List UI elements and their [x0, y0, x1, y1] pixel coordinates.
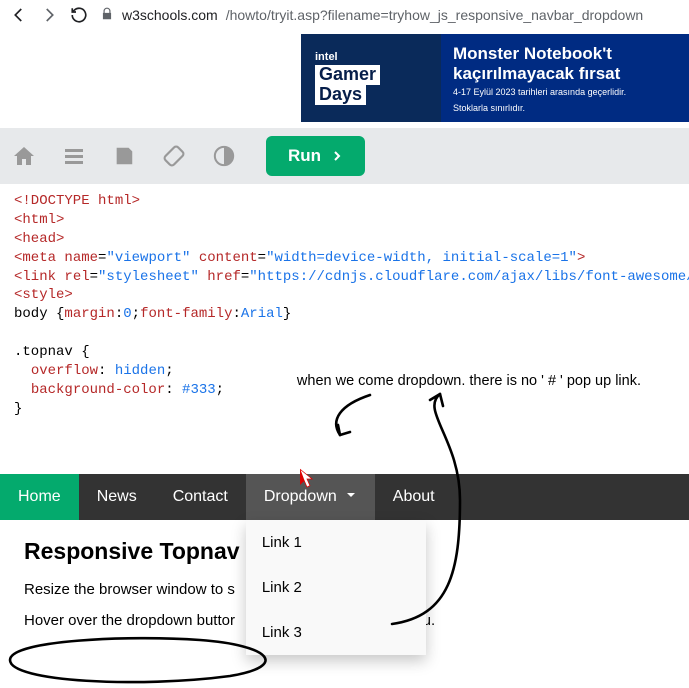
orientation-icon[interactable] — [162, 144, 186, 168]
forward-icon — [40, 6, 58, 24]
cursor-icon — [298, 468, 316, 495]
nav-dropdown[interactable]: Dropdown Link 1 Link 2 Link 3 — [246, 474, 375, 520]
nav-about[interactable]: About — [375, 474, 453, 520]
menu-icon[interactable] — [62, 144, 86, 168]
caret-down-icon — [345, 488, 357, 506]
ad-line2: Days — [315, 85, 366, 105]
preview-pane: Home News Contact Dropdown Link 1 Link 2… — [0, 474, 689, 667]
ad-sub2: Stoklarla sınırlıdır. — [453, 103, 677, 115]
ad-region: intel Gamer Days Monster Notebook't kaçı… — [0, 30, 689, 128]
lock-icon — [100, 7, 114, 24]
dropdown-link-2[interactable]: Link 2 — [246, 565, 426, 610]
browser-bar: w3schools.com/howto/tryit.asp?filename=t… — [0, 0, 689, 30]
code-editor[interactable]: <!DOCTYPE html> <html> <head> <meta name… — [0, 184, 689, 460]
dropdown-link-1[interactable]: Link 1 — [246, 520, 426, 565]
ad-banner[interactable]: intel Gamer Days Monster Notebook't kaçı… — [301, 34, 689, 122]
url-domain: w3schools.com — [122, 7, 218, 23]
ad-headline1: Monster Notebook't — [453, 44, 677, 64]
home-icon[interactable] — [12, 144, 36, 168]
ad-brand: intel — [315, 51, 441, 63]
run-button[interactable]: Run — [266, 136, 365, 176]
ad-line1: Gamer — [315, 65, 380, 85]
address-bar[interactable]: w3schools.com/howto/tryit.asp?filename=t… — [100, 7, 643, 24]
nav-news[interactable]: News — [79, 474, 155, 520]
run-label: Run — [288, 146, 321, 166]
back-icon[interactable] — [10, 6, 28, 24]
dropdown-menu: Link 1 Link 2 Link 3 — [246, 520, 426, 655]
url-path: /howto/tryit.asp?filename=tryhow_js_resp… — [226, 7, 644, 23]
ad-left: intel Gamer Days — [301, 34, 441, 122]
nav-home[interactable]: Home — [0, 474, 79, 520]
dropdown-link-3[interactable]: Link 3 — [246, 610, 426, 655]
annotation-text: when we come dropdown. there is no ' # '… — [297, 372, 641, 392]
editor-toolbar: Run — [0, 128, 689, 184]
reload-icon[interactable] — [70, 6, 88, 24]
nav-contact[interactable]: Contact — [155, 474, 246, 520]
ad-right: Monster Notebook't kaçırılmayacak fırsat… — [441, 34, 689, 122]
topnav: Home News Contact Dropdown Link 1 Link 2… — [0, 474, 689, 520]
ad-sub1: 4-17 Eylül 2023 tarihleri arasında geçer… — [453, 87, 677, 99]
theme-icon[interactable] — [212, 144, 236, 168]
ad-headline2: kaçırılmayacak fırsat — [453, 64, 677, 84]
save-icon[interactable] — [112, 144, 136, 168]
